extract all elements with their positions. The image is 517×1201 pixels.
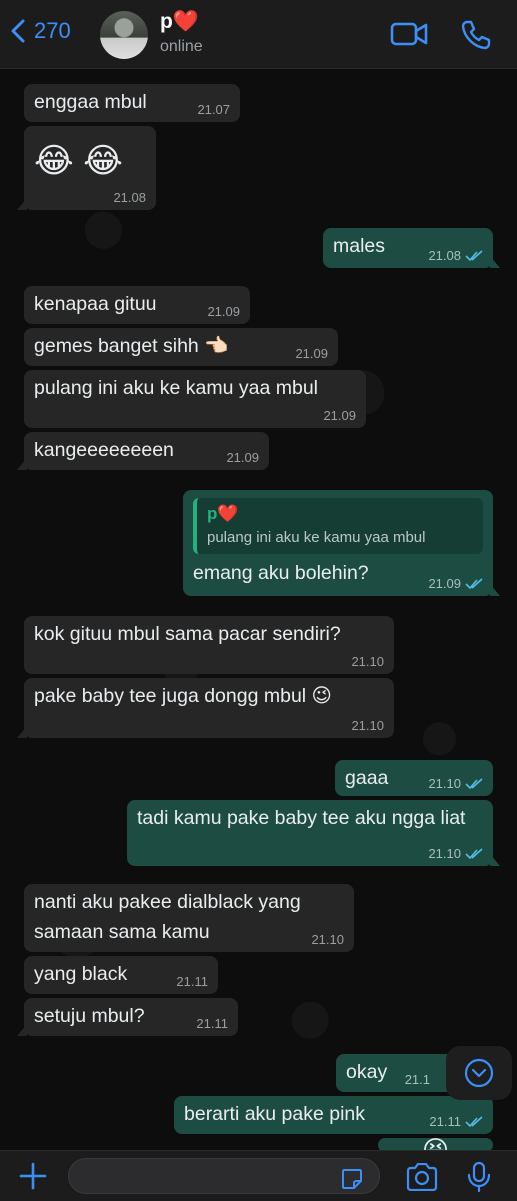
message-bubble-out[interactable]: okay 21.1	[336, 1054, 456, 1092]
message-bubble-out[interactable]: males 21.08	[323, 228, 500, 268]
message-bubble-in[interactable]: kenapaa gituu 21.09	[24, 286, 250, 324]
message-bubble-in[interactable]: 😂 😂 21.08	[17, 126, 156, 210]
microphone-icon[interactable]	[466, 1161, 492, 1193]
plus-icon[interactable]	[18, 1161, 48, 1191]
message-text: pake baby tee juga dongg mbul 😉	[34, 685, 332, 707]
message-bubble-in[interactable]: kangeeeeeeeen 21.09	[17, 432, 269, 470]
message-text: males	[333, 235, 386, 257]
contact-name[interactable]: p❤️	[160, 10, 199, 34]
double-check-icon	[465, 778, 483, 790]
message-time: 21.10	[428, 777, 483, 791]
double-check-icon	[465, 578, 483, 590]
message-text: nanti aku pakee dialblack yang samaan sa…	[34, 891, 301, 943]
message-time: 21.10	[311, 932, 344, 947]
message-time: 21.08	[113, 190, 146, 205]
message-text: tadi kamu pake baby tee aku ngga liat	[137, 807, 466, 829]
message-text: gemes banget sihh 👈🏻	[34, 335, 229, 357]
unread-count: 270	[34, 18, 71, 43]
message-bubble-in[interactable]: yang black 21.11	[24, 956, 218, 994]
message-bubble-in[interactable]: enggaa mbul 21.07	[24, 84, 240, 122]
message-time: 21.10	[351, 718, 384, 733]
message-bubble-in[interactable]: gemes banget sihh 👈🏻 21.09	[24, 328, 338, 366]
message-time: 21.09	[428, 577, 483, 591]
double-check-icon	[465, 250, 483, 262]
emoji-message: 😂 😂	[34, 142, 123, 180]
message-text: yang black	[34, 963, 128, 985]
message-time: 21.1	[404, 1072, 430, 1087]
heart-emoji: ❤️	[172, 10, 199, 33]
avatar[interactable]	[100, 11, 148, 59]
message-time: 21.09	[323, 408, 356, 423]
sticker-icon[interactable]	[340, 1167, 364, 1191]
quoted-text: pulang ini aku ke kamu yaa mbul	[207, 529, 426, 546]
double-check-icon	[465, 1116, 483, 1128]
message-text: berarti aku pake pink	[184, 1103, 366, 1125]
message-time: 21.10	[428, 847, 483, 861]
message-bubble-out[interactable]: berarti aku pake pink 21.11	[174, 1096, 493, 1134]
message-bubble-in[interactable]: nanti aku pakee dialblack yang samaan sa…	[24, 884, 354, 952]
message-time: 21.09	[295, 346, 328, 361]
message-time: 21.07	[197, 102, 230, 117]
message-text: emang aku bolehin?	[193, 562, 369, 584]
message-time: 21.08	[428, 249, 483, 263]
message-time: 21.10	[351, 654, 384, 669]
message-bubble-in[interactable]: kok gituu mbul sama pacar sendiri? 21.10	[24, 616, 394, 674]
message-bubble-out-reply[interactable]: p❤️ pulang ini aku ke kamu yaa mbul eman…	[183, 490, 500, 596]
message-text: gaaa	[345, 767, 389, 789]
message-text: setuju mbul?	[34, 1005, 145, 1027]
quoted-sender: p❤️	[207, 504, 239, 523]
back-button[interactable]: 270	[8, 18, 71, 44]
message-text: pulang ini aku ke kamu yaa mbul	[34, 377, 318, 399]
scroll-to-bottom-button[interactable]	[446, 1046, 512, 1100]
message-text: enggaa mbul	[34, 91, 147, 113]
message-bubble-in[interactable]: setuju mbul? 21.11	[17, 998, 238, 1036]
message-time: 21.09	[226, 450, 259, 465]
phone-icon[interactable]	[460, 19, 492, 51]
message-text: kenapaa gituu	[34, 293, 157, 315]
chat-header: 270 p❤️ online	[0, 0, 517, 69]
video-camera-icon[interactable]	[390, 20, 428, 48]
chevron-down-circle-icon	[464, 1058, 494, 1088]
message-text: kok gituu mbul sama pacar sendiri?	[34, 623, 341, 645]
contact-status: online	[160, 38, 203, 55]
message-text: okay	[346, 1061, 388, 1083]
camera-icon[interactable]	[405, 1163, 439, 1191]
message-time: 21.11	[196, 1016, 228, 1031]
message-bubble-in[interactable]: pake baby tee juga dongg mbul 😉 21.10	[17, 678, 394, 738]
message-bubble-in[interactable]: pulang ini aku ke kamu yaa mbul 21.09	[24, 370, 366, 428]
message-time: 21.11	[176, 974, 208, 989]
message-bubble-out[interactable]: tadi kamu pake baby tee aku ngga liat 21…	[127, 800, 500, 866]
compose-bar	[0, 1150, 517, 1201]
double-check-icon	[465, 848, 483, 860]
message-time: 21.09	[207, 304, 240, 319]
message-text: kangeeeeeeeen	[34, 439, 174, 461]
chevron-left-icon	[11, 19, 25, 43]
quoted-message[interactable]: p❤️ pulang ini aku ke kamu yaa mbul	[193, 498, 483, 554]
message-input[interactable]	[68, 1158, 380, 1194]
message-bubble-out[interactable]: gaaa 21.10	[335, 760, 493, 796]
message-time: 21.11	[429, 1115, 483, 1129]
